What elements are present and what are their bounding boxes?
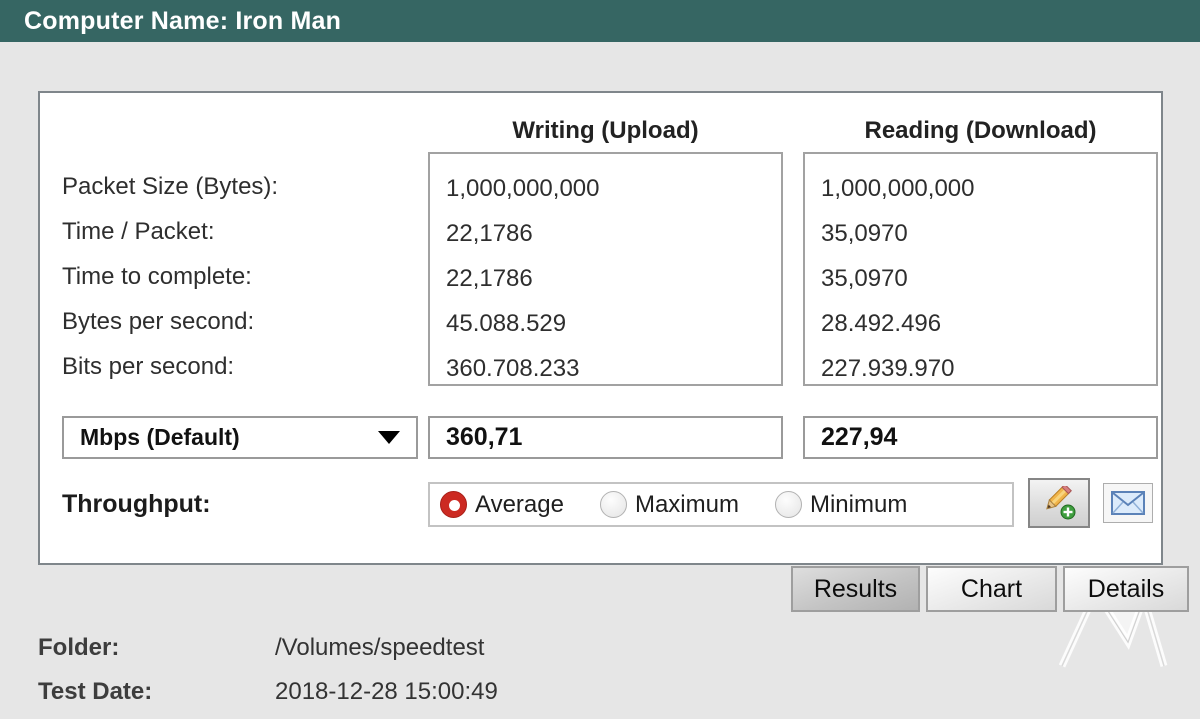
unit-dropdown-value: Mbps (Default): [80, 424, 240, 450]
test-date-row: Test Date: 2018-12-28 15:00:49: [38, 678, 498, 708]
add-note-button[interactable]: [1028, 478, 1090, 528]
tab-results[interactable]: Results: [791, 566, 920, 612]
edit-note-icon: [1046, 486, 1076, 520]
reading-values-box: 1,000,000,000 35,0970 35,0970 28.492.496…: [803, 152, 1158, 386]
view-tabs: Results Chart Details: [791, 566, 1189, 612]
folder-row: Folder: /Volumes/speedtest: [38, 634, 484, 664]
radio-average-circle[interactable]: [440, 491, 467, 518]
chevron-down-icon: [378, 431, 400, 444]
label-time-to-complete: Time to complete:: [62, 263, 252, 290]
folder-label: Folder:: [38, 634, 120, 661]
writing-values-box: 1,000,000,000 22,1786 22,1786 45.088.529…: [428, 152, 783, 386]
radio-minimum-label: Minimum: [809, 490, 908, 518]
metric-labels-column: Packet Size (Bytes): Time / Packet: Time…: [62, 164, 278, 389]
mail-button[interactable]: [1103, 483, 1153, 523]
label-bits-per-second: Bits per second:: [62, 353, 235, 380]
column-header-reading: Reading (Download): [864, 117, 1097, 144]
radio-minimum-circle[interactable]: [774, 491, 802, 518]
writing-bits-per-second: 360.708.233: [446, 355, 580, 382]
radio-average[interactable]: Average: [440, 491, 564, 519]
window-titlebar: Computer Name: Iron Man: [0, 0, 1200, 42]
folder-value: /Volumes/speedtest: [275, 634, 485, 661]
unit-dropdown[interactable]: Mbps (Default): [62, 416, 418, 459]
mail-icon: [1111, 491, 1145, 515]
throughput-radio-group: Average Maximum Minimum: [428, 482, 1014, 527]
reading-bits-per-second: 227.939.970: [821, 355, 955, 382]
label-packet-size: Packet Size (Bytes):: [62, 173, 279, 200]
label-time-per-packet: Time / Packet:: [62, 218, 215, 245]
radio-average-label: Average: [475, 490, 564, 518]
column-header-writing: Writing (Upload): [512, 117, 699, 144]
reading-packet-size: 1,000,000,000: [821, 175, 975, 202]
reading-time-to-complete: 35,0970: [821, 265, 908, 292]
writing-time-per-packet: 22,1786: [446, 220, 533, 247]
test-date-label: Test Date:: [38, 678, 153, 705]
label-bytes-per-second: Bytes per second:: [62, 308, 255, 335]
radio-maximum[interactable]: Maximum: [599, 490, 739, 519]
results-panel: Writing (Upload) Reading (Download) Pack…: [38, 91, 1163, 565]
radio-maximum-circle[interactable]: [599, 491, 627, 518]
reading-time-per-packet: 35,0970: [821, 220, 908, 247]
writing-packet-size: 1,000,000,000: [446, 175, 600, 202]
reading-bytes-per-second: 28.492.496: [821, 310, 942, 337]
tab-details[interactable]: Details: [1063, 566, 1189, 612]
throughput-label: Throughput:: [62, 490, 211, 518]
radio-minimum[interactable]: Minimum: [774, 490, 908, 519]
computer-name-title: Computer Name: Iron Man: [24, 6, 342, 35]
writing-bytes-per-second: 45.088.529: [446, 310, 567, 337]
writing-speed-value: 360,71: [428, 416, 783, 459]
reading-speed-value: 227,94: [803, 416, 1158, 459]
writing-time-to-complete: 22,1786: [446, 265, 533, 292]
radio-maximum-label: Maximum: [634, 490, 739, 518]
test-date-value: 2018-12-28 15:00:49: [275, 678, 498, 705]
tab-chart[interactable]: Chart: [926, 566, 1057, 612]
